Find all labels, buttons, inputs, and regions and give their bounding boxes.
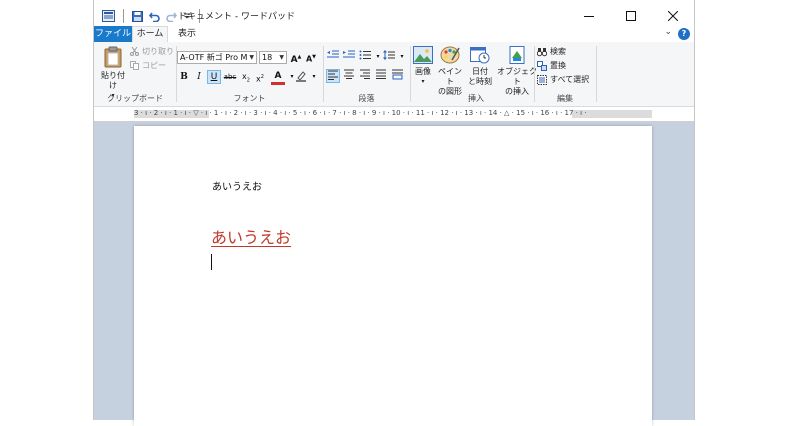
font-group-label: フォント xyxy=(233,94,266,103)
align-center-icon[interactable] xyxy=(342,69,356,83)
line-spacing-icon[interactable] xyxy=(382,50,396,64)
paint-label-line1: ペイント xyxy=(438,67,462,86)
insert-object-button[interactable]: オブジェクト の挿入 xyxy=(495,46,539,97)
italic-icon[interactable]: I xyxy=(192,70,206,84)
tab-file[interactable]: ファイル xyxy=(94,26,132,42)
select-all-label: すべて選択 xyxy=(550,75,590,84)
font-group: A-OTF 新ゴ Pro M ▼ 18 ▼ A▲ A▼ B I U abc x2… xyxy=(177,42,322,106)
insert-group: 画像 ▾ ペイント の図形 日付 と時刻 オブジェクト の挿入 挿入 xyxy=(411,42,541,106)
cut-label: 切り取り xyxy=(142,47,174,56)
paragraph-settings-icon[interactable] xyxy=(390,69,404,83)
replace-button[interactable]: 置換 xyxy=(537,60,566,71)
paragraph-group-label: 段落 xyxy=(358,94,375,103)
object-icon xyxy=(509,46,525,64)
scissors-icon xyxy=(130,47,139,56)
undo-icon[interactable] xyxy=(149,11,160,22)
font-family-select[interactable]: A-OTF 新ゴ Pro M ▼ xyxy=(177,51,257,64)
ribbon-tabs: ファイル ホーム 表示 ⌄ ? xyxy=(94,26,694,43)
clipboard-group: 貼り付け ▾ 切り取り コピー クリップボード xyxy=(94,42,176,106)
select-all-icon xyxy=(537,74,547,85)
copy-icon xyxy=(130,61,139,70)
grow-font-icon[interactable]: A▲ xyxy=(289,50,303,65)
ruler-scale: 3 · ı · 2 · ı · 1 · ı · ▽ · ı · 1 · ı · … xyxy=(134,109,587,117)
wordpad-app-icon[interactable] xyxy=(102,10,115,22)
paste-label: 貼り付け xyxy=(101,71,125,90)
tab-view[interactable]: 表示 xyxy=(178,26,196,42)
paragraph-group: ▾ ▾ 段落 xyxy=(324,42,409,106)
line-spacing-dropdown-icon[interactable]: ▾ xyxy=(395,50,409,64)
clipboard-group-label: クリップボード xyxy=(107,94,163,103)
redo-icon[interactable] xyxy=(166,11,177,22)
font-size-value: 18 xyxy=(262,53,273,62)
text-cursor xyxy=(211,254,212,270)
document-area: あいうえお あいうえお xyxy=(94,122,694,426)
datetime-label-line2: と時刻 xyxy=(468,77,492,86)
cut-button[interactable]: 切り取り xyxy=(130,46,174,57)
ruler[interactable]: 3 · ı · 2 · ı · 1 · ı · ▽ · ı · 1 · ı · … xyxy=(94,107,694,122)
insert-datetime-button[interactable]: 日付 と時刻 xyxy=(467,46,493,87)
insert-group-label: 挿入 xyxy=(468,94,484,103)
dropdown-arrow-icon: ▼ xyxy=(249,54,254,61)
superscript-icon[interactable]: x2 xyxy=(253,70,267,84)
wordpad-window: ドキュメント - ワードパッド ファイル ホーム 表示 ⌄ ? 貼り付け ▾ 切… xyxy=(93,0,695,426)
highlight-icon[interactable] xyxy=(294,70,308,84)
document-text-line1[interactable]: あいうえお xyxy=(212,178,262,193)
tab-home[interactable]: ホーム xyxy=(132,26,168,42)
object-label-line1: オブジェクト xyxy=(497,67,537,86)
insert-paint-drawing-button[interactable]: ペイント の図形 xyxy=(435,46,465,97)
font-size-select[interactable]: 18 ▼ xyxy=(259,51,287,64)
insert-picture-button[interactable]: 画像 ▾ xyxy=(411,46,435,87)
save-icon[interactable] xyxy=(132,10,143,22)
picture-label: 画像 xyxy=(415,67,431,76)
text-color-icon[interactable]: A xyxy=(271,70,285,85)
editing-group: 検索 置換 すべて選択 編集 xyxy=(535,42,595,106)
window-title: ドキュメント - ワードパッド xyxy=(178,12,295,22)
picture-icon xyxy=(413,46,433,64)
collapse-ribbon-icon[interactable]: ⌄ xyxy=(664,27,672,37)
close-icon xyxy=(668,11,678,21)
replace-icon xyxy=(537,60,547,71)
paint-palette-icon xyxy=(440,46,460,64)
paste-icon xyxy=(104,46,122,68)
increase-indent-icon[interactable] xyxy=(342,50,356,64)
highlight-dropdown-icon[interactable]: ▾ xyxy=(307,70,321,84)
calendar-clock-icon xyxy=(470,47,490,64)
minimize-icon xyxy=(584,16,594,17)
bullets-icon[interactable] xyxy=(358,50,372,64)
copy-label: コピー xyxy=(142,61,166,70)
ribbon: 貼り付け ▾ 切り取り コピー クリップボード A-OTF 新ゴ Pro M ▼… xyxy=(94,42,694,107)
subscript-icon[interactable]: x2 xyxy=(239,70,253,84)
find-button[interactable]: 検索 xyxy=(537,46,566,57)
font-family-value: A-OTF 新ゴ Pro M xyxy=(180,53,248,62)
help-icon[interactable]: ? xyxy=(678,28,690,40)
shrink-font-icon[interactable]: A▼ xyxy=(304,50,318,64)
replace-label: 置換 xyxy=(550,61,566,70)
datetime-label-line1: 日付 xyxy=(472,67,488,76)
document-page[interactable]: あいうえお あいうえお xyxy=(134,126,652,426)
select-all-button[interactable]: すべて選択 xyxy=(537,74,589,85)
group-divider xyxy=(596,46,597,102)
strikethrough-icon[interactable]: abc xyxy=(223,70,237,84)
justify-icon[interactable] xyxy=(374,69,388,83)
dropdown-arrow-icon: ▼ xyxy=(279,54,284,61)
bold-icon[interactable]: B xyxy=(177,70,191,84)
maximize-icon xyxy=(626,11,636,21)
align-left-icon[interactable] xyxy=(326,69,340,83)
find-label: 検索 xyxy=(550,47,566,56)
align-right-icon[interactable] xyxy=(358,69,372,83)
qat-separator xyxy=(123,9,124,23)
editing-group-label: 編集 xyxy=(557,94,573,103)
decrease-indent-icon[interactable] xyxy=(326,50,340,64)
document-text-line2[interactable]: あいうえお xyxy=(211,224,291,248)
underline-icon[interactable]: U xyxy=(207,70,221,84)
copy-button[interactable]: コピー xyxy=(130,60,166,71)
binoculars-icon xyxy=(537,47,547,56)
picture-dropdown-icon[interactable]: ▾ xyxy=(411,77,435,87)
